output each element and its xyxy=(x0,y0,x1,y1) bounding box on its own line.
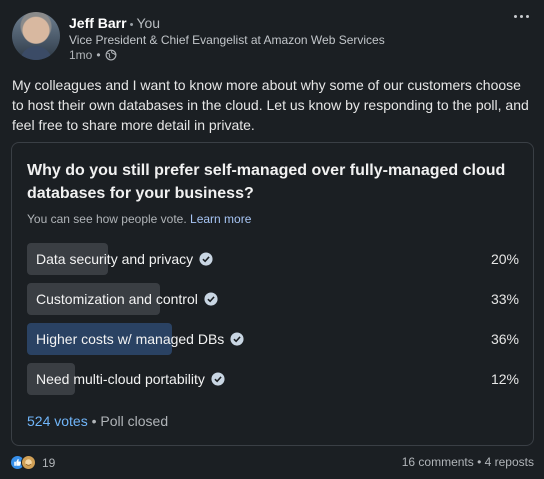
poll-option-percent: 20% xyxy=(490,251,519,267)
author-name[interactable]: Jeff Barr xyxy=(69,15,127,31)
reaction-count: 19 xyxy=(42,455,56,470)
post-header: Jeff Barr • You Vice President & Chief Eva… xyxy=(12,12,532,62)
post-age: 1mo xyxy=(69,48,93,62)
poll-option-label: Data security and privacy xyxy=(36,251,194,267)
poll-option[interactable]: Customization and control 33% xyxy=(27,283,519,315)
social-counts: 19 16 comments • 4 reposts xyxy=(10,455,534,473)
poll-option-label: Need multi-cloud portability xyxy=(36,371,205,387)
author-title: Vice President & Chief Evangelist at Ama… xyxy=(69,33,385,47)
check-circle-icon xyxy=(199,252,213,266)
poll-option-label: Higher costs w/ managed DBs xyxy=(36,331,225,347)
post-meta: 1mo • xyxy=(69,48,117,62)
comments-reposts[interactable]: 16 comments • 4 reposts xyxy=(402,455,534,469)
poll-option-percent: 33% xyxy=(490,291,519,307)
poll-card: Why do you still prefer self-managed ove… xyxy=(11,142,534,446)
poll-question: Why do you still prefer self-managed ove… xyxy=(27,162,506,202)
more-options-icon[interactable] xyxy=(512,10,530,22)
poll-option-percent: 12% xyxy=(490,371,519,387)
poll-visibility-note: You can see how people vote. Learn more xyxy=(27,212,252,226)
author-relation: You xyxy=(136,15,161,31)
check-circle-icon xyxy=(230,332,244,346)
poll-option-label: Customization and control xyxy=(36,291,198,307)
votes-count[interactable]: 524 votes xyxy=(27,413,88,429)
support-reaction-icon xyxy=(21,455,36,470)
globe-icon xyxy=(105,49,116,61)
check-circle-icon xyxy=(211,372,225,386)
check-circle-icon xyxy=(204,292,218,306)
author-name-row: Jeff Barr • You xyxy=(69,15,161,31)
poll-footer: 524 votes • Poll closed xyxy=(27,413,169,429)
reactions-summary[interactable]: 19 xyxy=(10,455,55,470)
poll-option[interactable]: Data security and privacy 20% xyxy=(27,243,519,275)
poll-option[interactable]: Higher costs w/ managed DBs 36% xyxy=(27,323,519,355)
post-text: My colleagues and I want to know more ab… xyxy=(12,77,529,133)
poll-status: Poll closed xyxy=(100,413,169,429)
avatar[interactable] xyxy=(12,12,60,60)
poll-option-percent: 36% xyxy=(490,331,519,347)
poll-option[interactable]: Need multi-cloud portability 12% xyxy=(27,363,519,395)
learn-more-link[interactable]: Learn more xyxy=(190,212,251,226)
